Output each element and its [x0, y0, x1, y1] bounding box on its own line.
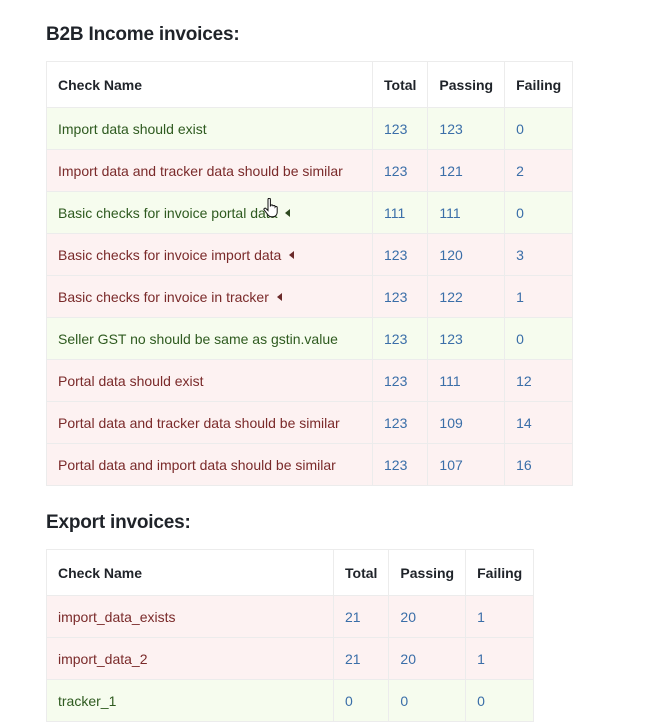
check-name-cell: Import data should exist: [46, 107, 373, 150]
check-name-label: Basic checks for invoice portal data: [58, 204, 278, 221]
passing-count-link[interactable]: 111: [427, 359, 506, 402]
passing-count-link[interactable]: 123: [427, 107, 506, 150]
total-count-link[interactable]: 123: [371, 401, 429, 444]
total-count-link[interactable]: 123: [371, 107, 429, 150]
check-name-label: tracker_1: [58, 692, 117, 709]
check-name-label: Import data and tracker data should be s…: [58, 162, 343, 179]
column-header-passing: Passing: [427, 61, 506, 108]
table-row: Basic checks for invoice portal data 111 1…: [46, 191, 574, 234]
passing-count-link[interactable]: 121: [427, 149, 506, 192]
check-name-label: Seller GST no should be same as gstin.va…: [58, 330, 338, 347]
table-row: Import data and tracker data should be s…: [46, 149, 574, 192]
failing-count-link[interactable]: 2: [504, 149, 574, 192]
check-name-cell: Portal data and tracker data should be s…: [46, 401, 373, 444]
failing-count-link[interactable]: 0: [465, 679, 535, 722]
failing-count-link[interactable]: 12: [504, 359, 574, 402]
caret-left-icon[interactable]: [285, 208, 291, 217]
passing-count-link[interactable]: 0: [388, 679, 467, 722]
check-name-cell: Seller GST no should be same as gstin.va…: [46, 317, 373, 360]
failing-count-link[interactable]: 1: [465, 595, 535, 638]
check-name-label: Portal data should exist: [58, 372, 204, 389]
table-header-row: Check Name Total Passing Failing: [46, 61, 574, 108]
check-name-label: Basic checks for invoice import data: [58, 246, 282, 263]
hand-pointer-icon: [263, 198, 278, 218]
table-row: tracker_1 0 0 0: [46, 679, 535, 722]
check-name-cell: Import data and tracker data should be s…: [46, 149, 373, 192]
column-header-check-name: Check Name: [46, 549, 334, 596]
check-name-label: Portal data and tracker data should be s…: [58, 414, 340, 431]
b2b-section-title: B2B Income invoices:: [46, 24, 240, 45]
column-header-passing: Passing: [388, 549, 467, 596]
passing-count-link[interactable]: 122: [427, 275, 506, 318]
total-count-link[interactable]: 123: [371, 443, 429, 486]
check-name-cell: import_data_2: [46, 637, 334, 680]
check-name-cell: tracker_1: [46, 679, 334, 722]
table-row: Portal data and tracker data should be s…: [46, 401, 574, 444]
check-name-cell: Basic checks for invoice import data: [46, 233, 373, 276]
export-section-title: Export invoices:: [46, 512, 191, 533]
caret-left-icon[interactable]: [276, 292, 282, 301]
total-count-link[interactable]: 111: [371, 191, 429, 234]
failing-count-link[interactable]: 0: [504, 107, 574, 150]
failing-count-link[interactable]: 0: [504, 317, 574, 360]
failing-count-link[interactable]: 1: [465, 637, 535, 680]
total-count-link[interactable]: 21: [332, 595, 390, 638]
passing-count-link[interactable]: 107: [427, 443, 506, 486]
table-row: import_data_2 21 20 1: [46, 637, 535, 680]
check-name-cell: Basic checks for invoice in tracker: [46, 275, 373, 318]
total-count-link[interactable]: 123: [371, 359, 429, 402]
total-count-link[interactable]: 0: [332, 679, 390, 722]
passing-count-link[interactable]: 20: [388, 595, 467, 638]
total-count-link[interactable]: 123: [371, 275, 429, 318]
table-row: Basic checks for invoice in tracker 123 12…: [46, 275, 574, 318]
failing-count-link[interactable]: 3: [504, 233, 574, 276]
table-row: Basic checks for invoice import data 123 1…: [46, 233, 574, 276]
table-row: Portal data and import data should be si…: [46, 443, 574, 486]
check-name-cell: Portal data and import data should be si…: [46, 443, 373, 486]
check-name-cell: Portal data should exist: [46, 359, 373, 402]
column-header-total: Total: [371, 61, 429, 108]
column-header-check-name: Check Name: [46, 61, 373, 108]
failing-count-link[interactable]: 14: [504, 401, 574, 444]
failing-count-link[interactable]: 0: [504, 191, 574, 234]
passing-count-link[interactable]: 20: [388, 637, 467, 680]
check-name-label: Portal data and import data should be si…: [58, 456, 336, 473]
total-count-link[interactable]: 123: [371, 149, 429, 192]
passing-count-link[interactable]: 123: [427, 317, 506, 360]
caret-left-icon[interactable]: [289, 250, 295, 259]
table-header-row: Check Name Total Passing Failing: [46, 549, 535, 596]
passing-count-link[interactable]: 109: [427, 401, 506, 444]
failing-count-link[interactable]: 16: [504, 443, 574, 486]
b2b-checks-table: Check Name Total Passing Failing Import …: [46, 61, 574, 486]
column-header-total: Total: [332, 549, 390, 596]
check-name-label: Basic checks for invoice in tracker: [58, 288, 269, 305]
table-row: Seller GST no should be same as gstin.va…: [46, 317, 574, 360]
total-count-link[interactable]: 123: [371, 233, 429, 276]
table-row: import_data_exists 21 20 1: [46, 595, 535, 638]
passing-count-link[interactable]: 111: [427, 191, 506, 234]
total-count-link[interactable]: 123: [371, 317, 429, 360]
check-name-cell: Basic checks for invoice portal data: [46, 191, 373, 234]
check-name-label: Import data should exist: [58, 120, 207, 137]
check-name-label: import_data_exists: [58, 608, 176, 625]
table-row: Import data should exist 123 123 0: [46, 107, 574, 150]
export-checks-table: Check Name Total Passing Failing import_…: [46, 549, 535, 722]
check-name-label: import_data_2: [58, 650, 148, 667]
column-header-failing: Failing: [504, 61, 574, 108]
column-header-failing: Failing: [465, 549, 535, 596]
passing-count-link[interactable]: 120: [427, 233, 506, 276]
total-count-link[interactable]: 21: [332, 637, 390, 680]
failing-count-link[interactable]: 1: [504, 275, 574, 318]
table-row: Portal data should exist 123 111 12: [46, 359, 574, 402]
check-name-cell: import_data_exists: [46, 595, 334, 638]
